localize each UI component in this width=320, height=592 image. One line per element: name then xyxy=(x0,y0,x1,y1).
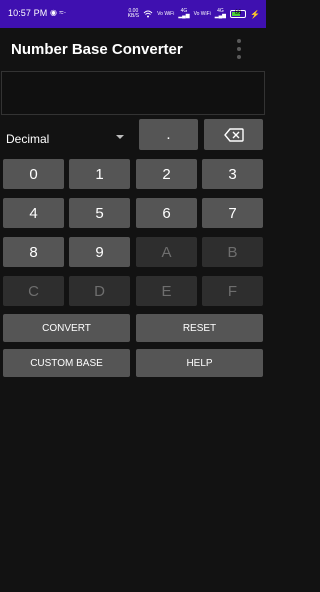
net-speed-unit: KB/S xyxy=(127,13,140,19)
sim2-net: 4G ▂▄▆ xyxy=(214,8,227,19)
key-d[interactable]: D xyxy=(69,276,130,306)
status-time: 10:57 PM xyxy=(8,8,48,18)
more-vert-icon[interactable] xyxy=(231,36,247,62)
backspace-icon xyxy=(223,127,244,142)
key-e[interactable]: E xyxy=(136,276,197,306)
key-6[interactable]: 6 xyxy=(136,198,197,228)
key-1[interactable]: 1 xyxy=(69,159,130,189)
key-5[interactable]: 5 xyxy=(69,198,130,228)
status-bar: 10:57 PM ◉ ≈· 0.00 KB/S Vo WiFi 4G ▂▄▆ V… xyxy=(0,0,266,28)
wifi-icon xyxy=(143,10,153,18)
notification-icons: ◉ ≈· xyxy=(50,8,67,17)
key-9[interactable]: 9 xyxy=(69,237,130,267)
base-dropdown-value: Decimal xyxy=(6,132,50,146)
net-speed: 0.00 KB/S xyxy=(128,9,139,19)
key-f[interactable]: F xyxy=(202,276,263,306)
battery-percent: 66 xyxy=(234,10,242,16)
result-display[interactable] xyxy=(1,71,265,115)
key-3[interactable]: 3 xyxy=(202,159,263,189)
key-8[interactable]: 8 xyxy=(3,237,64,267)
convert-button[interactable]: CONVERT xyxy=(3,314,130,342)
key-a[interactable]: A xyxy=(136,237,197,267)
key-c[interactable]: C xyxy=(3,276,64,306)
app-bar: Number Base Converter xyxy=(0,28,266,70)
key-0[interactable]: 0 xyxy=(3,159,64,189)
key-2[interactable]: 2 xyxy=(136,159,197,189)
sim1-label: Vo WiFi xyxy=(157,10,175,17)
key-4[interactable]: 4 xyxy=(3,198,64,228)
status-right-icons: 0.00 KB/S Vo WiFi 4G ▂▄▆ Vo WiFi 4G ▂▄▆ … xyxy=(128,6,260,22)
backspace-button[interactable] xyxy=(204,119,263,150)
signal-icon: ▂▄▆ xyxy=(214,13,227,19)
battery-icon: 66 xyxy=(230,10,247,18)
reset-button[interactable]: RESET xyxy=(136,314,263,342)
signal-icon: ▂▄▆ xyxy=(178,13,190,19)
custom-base-button[interactable]: CUSTOM BASE xyxy=(3,349,130,377)
sim2-label: Vo WiFi xyxy=(193,10,211,17)
charging-icon: ⚡ xyxy=(250,9,260,19)
dot-key[interactable]: . xyxy=(139,119,198,150)
sim1-net: 4G ▂▄▆ xyxy=(178,8,190,19)
dropdown-arrow-icon xyxy=(116,135,124,139)
key-7[interactable]: 7 xyxy=(202,198,263,228)
key-b[interactable]: B xyxy=(202,237,263,267)
help-button[interactable]: HELP xyxy=(136,349,263,377)
base-dropdown[interactable]: Decimal xyxy=(6,126,130,150)
app-title: Number Base Converter xyxy=(11,41,183,58)
